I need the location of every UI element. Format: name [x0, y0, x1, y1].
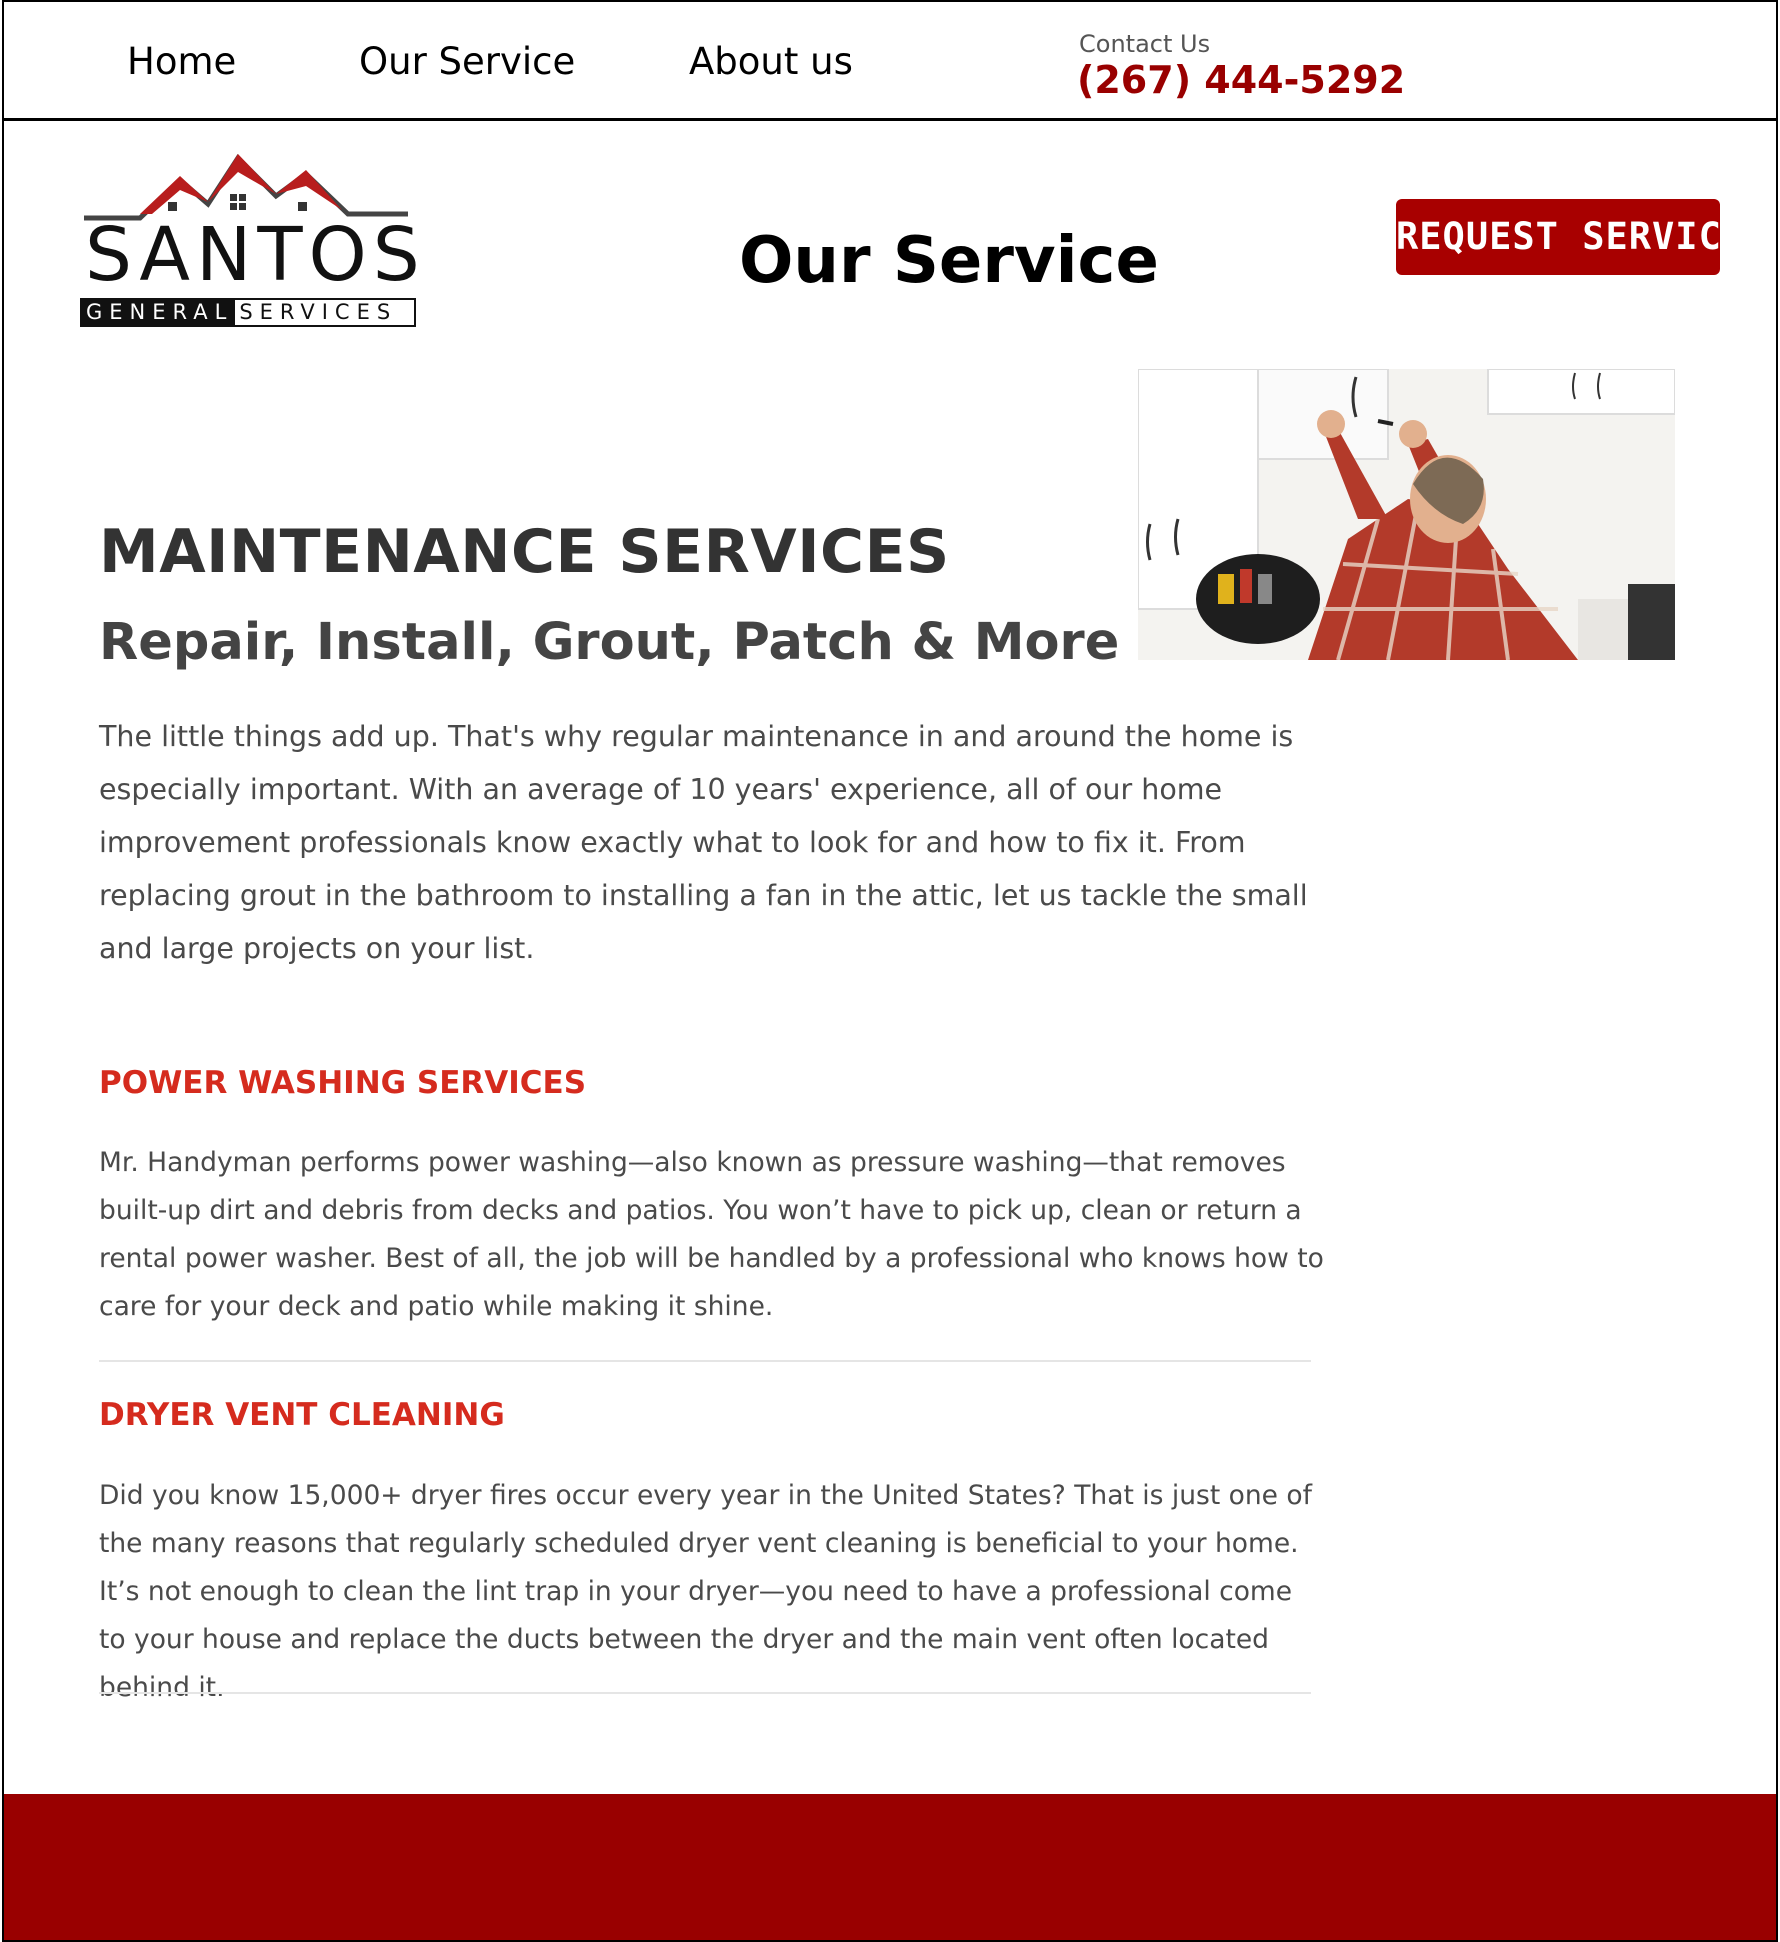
section-divider: [99, 1692, 1311, 1694]
logo-subtitle-general: GENERAL: [82, 300, 236, 325]
footer-bar: [4, 1794, 1776, 1940]
section-heading-maintenance: MAINTENANCE SERVICES: [99, 517, 950, 587]
power-washing-text: Mr. Handyman performs power washing—also…: [99, 1147, 1324, 1322]
contact-phone-link[interactable]: (267) 444-5292: [1077, 58, 1405, 102]
page-frame: Home Our Service About us Contact Us (26…: [2, 0, 1778, 1942]
top-navigation-bar: Home Our Service About us Contact Us (26…: [4, 2, 1776, 121]
request-service-button[interactable]: REQUEST SERVICE: [1396, 199, 1744, 275]
nav-link-our-service[interactable]: Our Service: [359, 40, 575, 83]
handyman-illustration-icon: [1138, 369, 1675, 660]
intro-paragraph: The little things add up. That's why reg…: [99, 720, 1308, 965]
logo-subtitle-services: SERVICES: [239, 300, 398, 324]
handyman-photo: [1138, 369, 1675, 660]
power-washing-title: POWER WASHING SERVICES: [99, 1065, 587, 1101]
nav-link-about-us[interactable]: About us: [689, 40, 853, 83]
section-divider: [99, 1360, 1311, 1362]
dryer-vent-title: DRYER VENT CLEANING: [99, 1397, 505, 1433]
contact-label: Contact Us: [1079, 30, 1211, 58]
dryer-vent-text: Did you know 15,000+ dryer fires occur e…: [99, 1480, 1312, 1703]
company-logo[interactable]: SANTOS GENERAL SERVICES: [80, 152, 420, 332]
logo-wordmark: SANTOS: [85, 212, 426, 298]
section-subheading: Repair, Install, Grout, Patch & More: [99, 613, 1120, 672]
nav-link-home[interactable]: Home: [127, 40, 236, 83]
logo-subtitle: GENERAL SERVICES: [80, 298, 416, 327]
page-title: Our Service: [739, 224, 1159, 298]
